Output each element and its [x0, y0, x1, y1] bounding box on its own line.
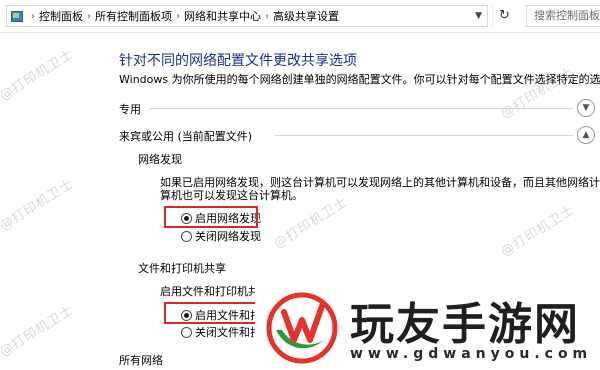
breadcrumb-item-all-items[interactable]: 所有控制面板项 — [95, 8, 172, 24]
breadcrumb-item-network-center[interactable]: 网络和共享中心 — [184, 8, 261, 24]
profile-private-header[interactable]: 专用 ▼ — [119, 99, 597, 117]
radio-unselected-icon[interactable] — [181, 326, 192, 338]
brand-logo-icon — [266, 292, 338, 364]
search-input[interactable]: 搜索控制面板 — [526, 5, 600, 27]
chevron-up-icon[interactable]: ▲ — [577, 126, 595, 144]
page-intro: Windows 为你所使用的每个网络创建单独的网络配置文件。你可以针对每个配置文… — [119, 73, 600, 86]
breadcrumb-separator: › — [87, 10, 91, 22]
watermark-text: @打印机卫士 — [0, 46, 77, 104]
refresh-icon[interactable]: ↻ — [492, 5, 516, 27]
control-panel-icon — [9, 9, 25, 23]
divider — [149, 108, 573, 109]
watermark-text: @打印机卫士 — [0, 302, 77, 360]
brand-watermark: 玩友手游网 www.gdwanyou.com — [255, 280, 600, 370]
profile-guest-public-header[interactable]: 来宾或公用 (当前配置文件) ▲ — [119, 126, 597, 144]
profile-guest-public-label: 来宾或公用 (当前配置文件) — [119, 130, 253, 143]
profile-all-networks-label: 所有网络 — [119, 354, 163, 367]
brand-url: www.gdwanyou.com — [350, 346, 593, 362]
network-discovery-description: 如果已启用网络发现，则这台计算机可以发现网络上的其他计算机和设备，而且其他网络计… — [160, 176, 600, 202]
radio-unselected-icon[interactable] — [181, 230, 192, 242]
divider — [275, 135, 573, 136]
page-title: 针对不同的网络配置文件更改共享选项 — [119, 53, 357, 69]
network-discovery-title: 网络发现 — [138, 153, 182, 166]
address-bar: › 控制面板 › 所有控制面板项 › 网络和共享中心 › 高级共享设置 ▼ ↻ … — [0, 0, 600, 33]
breadcrumb-separator: › — [31, 10, 35, 22]
profile-all-networks-header[interactable]: 所有网络 — [119, 350, 259, 368]
brand-name: 玩友手游网 — [350, 299, 580, 350]
file-printer-sharing-title: 文件和打印机共享 — [138, 262, 226, 275]
watermark-text: @打印机卫士 — [498, 202, 578, 260]
radio-disable-network-discovery[interactable]: 关闭网络发现 — [181, 229, 261, 243]
chevron-down-icon[interactable]: ▼ — [577, 99, 595, 117]
highlight-box — [164, 206, 258, 228]
file-printer-sharing-description: 启用文件和打印机共享 — [160, 285, 270, 298]
watermark-text: @打印机卫士 — [0, 176, 77, 234]
breadcrumb[interactable]: › 控制面板 › 所有控制面板项 › 网络和共享中心 › 高级共享设置 ▼ — [6, 5, 488, 27]
chevron-down-icon[interactable]: ▼ — [470, 11, 487, 21]
breadcrumb-item-control-panel[interactable]: 控制面板 — [39, 8, 83, 24]
breadcrumb-separator: › — [176, 10, 180, 22]
breadcrumb-separator: › — [265, 10, 269, 22]
profile-private-label: 专用 — [119, 103, 141, 116]
radio-label: 关闭网络发现 — [195, 230, 261, 243]
breadcrumb-item-advanced-sharing[interactable]: 高级共享设置 — [273, 8, 339, 24]
